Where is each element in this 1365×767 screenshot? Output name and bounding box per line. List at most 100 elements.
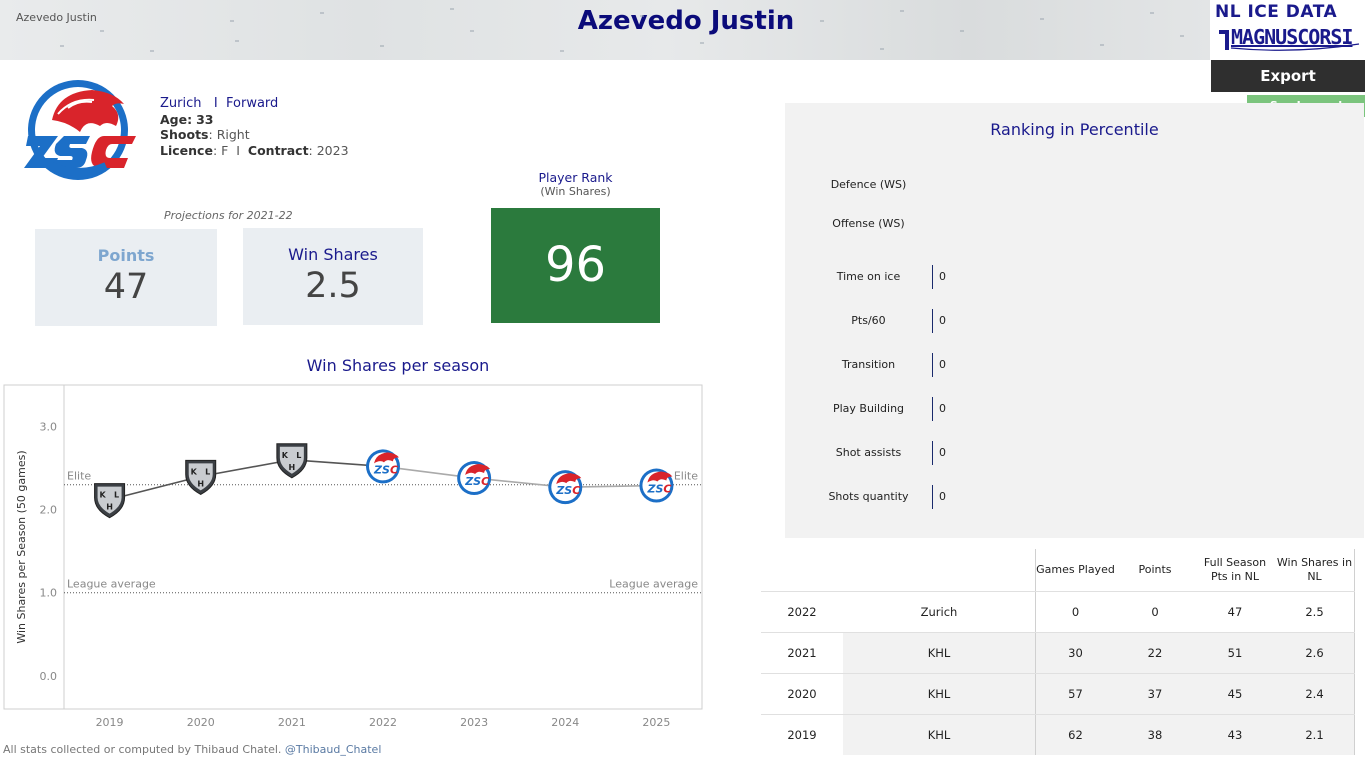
svg-text:H: H [289, 463, 296, 472]
background-speck [60, 45, 64, 47]
percentile-label: Defence (WS) [830, 178, 907, 191]
win-shares-cell: 2.6 [1275, 633, 1355, 673]
team-cell: KHL [843, 674, 1035, 714]
reference-label-right: League average [609, 578, 698, 591]
full-season-pts-cell: 43 [1195, 715, 1275, 755]
team-cell: KHL [843, 633, 1035, 673]
percentile-label: Play Building [832, 402, 905, 415]
percentile-row: Pts/60 0 [785, 309, 1364, 333]
background-speck [450, 8, 454, 10]
age-value: 33 [196, 111, 214, 127]
full-season-pts-cell: 51 [1195, 633, 1275, 673]
percentile-row: Time on ice 0 [785, 265, 1364, 289]
x-tick-label: 2022 [369, 716, 397, 729]
licence-value: F [221, 142, 229, 158]
team-position-line: Zurich I Forward [160, 96, 349, 112]
percentile-label: Offense (WS) [832, 217, 905, 230]
table-header: Games Played Points Full Season Pts in N… [761, 549, 1355, 591]
svg-text:ZS: ZS [555, 484, 572, 497]
export-button[interactable]: Export [1211, 60, 1365, 92]
svg-text:K: K [99, 491, 106, 500]
y-tick-label: 3.0 [40, 421, 58, 434]
y-tick-label: 0.0 [40, 670, 58, 683]
win-shares-chart: 0.0 1.0 2.0 3.0 Win Shares per Season (50 ga… [3, 384, 703, 729]
svg-text:ZS: ZS [373, 463, 390, 476]
games-played-cell: 0 [1035, 592, 1115, 632]
points-cell: 22 [1115, 633, 1195, 673]
background-speck [960, 30, 964, 32]
player-rank-value: 96 [491, 208, 660, 323]
svg-text:C: C [481, 475, 489, 488]
reference-label-right: Elite [674, 470, 698, 483]
background-speck [150, 50, 154, 52]
percentile-value: 0 [939, 446, 946, 459]
background-speck [880, 48, 884, 50]
svg-text:C: C [390, 463, 398, 476]
win-shares-label: Win Shares [288, 245, 378, 264]
points-label: Points [97, 246, 155, 265]
percentile-row: Shot assists 0 [785, 441, 1364, 465]
percentile-value: 0 [939, 490, 946, 503]
win-shares-cell: 2.4 [1275, 674, 1355, 714]
points-cell: 37 [1115, 674, 1195, 714]
background-speck [640, 15, 644, 17]
percentile-label: Pts/60 [851, 314, 886, 327]
header-points: Points [1138, 563, 1172, 576]
points-box: Points 47 [35, 229, 217, 326]
percentile-row: Play Building 0 [785, 397, 1364, 421]
svg-text:H: H [197, 479, 204, 488]
svg-text:L: L [114, 491, 119, 500]
percentile-title: Ranking in Percentile [990, 120, 1159, 139]
points-value: 47 [103, 267, 149, 307]
percentile-bar [932, 485, 933, 509]
contract-value: 2023 [316, 142, 349, 158]
percentile-bar [932, 353, 933, 377]
percentile-value: 0 [939, 402, 946, 415]
points-cell: 38 [1115, 715, 1195, 755]
author-handle-link[interactable]: @Thibaud_Chatel [285, 743, 381, 756]
percentile-value: 0 [939, 270, 946, 283]
background-speck [900, 10, 904, 12]
svg-text:H: H [106, 503, 113, 512]
svg-text:ZS: ZS [464, 475, 481, 488]
x-tick-label: 2021 [278, 716, 306, 729]
season-cell: 2022 [787, 605, 817, 619]
percentile-value: 0 [939, 314, 946, 327]
percentile-label: Transition [841, 358, 896, 371]
games-played-cell: 30 [1035, 633, 1115, 673]
team-cell: KHL [843, 715, 1035, 755]
x-tick-label: 2023 [460, 716, 488, 729]
svg-text:K: K [191, 467, 198, 476]
percentile-bar [932, 309, 933, 333]
y-tick-label: 1.0 [40, 587, 58, 600]
table-row: 2019 KHL 62 38 43 2.1 [761, 714, 1355, 755]
nl-ice-data-logo: NL ICE DATA MAGNUSCORSI [1211, 0, 1365, 58]
background-speck [1100, 44, 1104, 46]
age-line: Age: 33 [160, 111, 214, 127]
header-full-season-pts: Full Season Pts in NL [1203, 556, 1267, 583]
svg-text:K: K [282, 451, 289, 460]
svg-text:L: L [296, 451, 301, 460]
percentile-label: Time on ice [836, 270, 901, 283]
svg-text:ZS: ZS [646, 483, 663, 496]
background-speck [1150, 12, 1154, 14]
shoots-value: Right [216, 127, 250, 142]
x-tick-label: 2019 [96, 716, 124, 729]
percentile-row: Defence (WS) [785, 173, 1364, 197]
background-speck [230, 20, 234, 22]
background-speck [470, 30, 474, 32]
background-speck [1040, 18, 1044, 20]
y-tick-label: 2.0 [40, 504, 58, 517]
full-season-pts-cell: 45 [1195, 674, 1275, 714]
header-banner: Azevedo Justin Azevedo Justin [0, 0, 1210, 60]
season-cell: 2019 [787, 728, 817, 742]
projections-label: Projections for 2021-22 [164, 209, 293, 222]
percentile-row: Shots quantity 0 [785, 485, 1364, 509]
reference-label-left: Elite [67, 470, 91, 483]
percentile-label: Shot assists [835, 446, 902, 459]
team-cell: Zurich [920, 605, 958, 619]
chart-frame [3, 384, 703, 710]
separator: I [213, 96, 218, 111]
page-title: Azevedo Justin [577, 6, 795, 36]
percentile-row: Transition 0 [785, 353, 1364, 377]
